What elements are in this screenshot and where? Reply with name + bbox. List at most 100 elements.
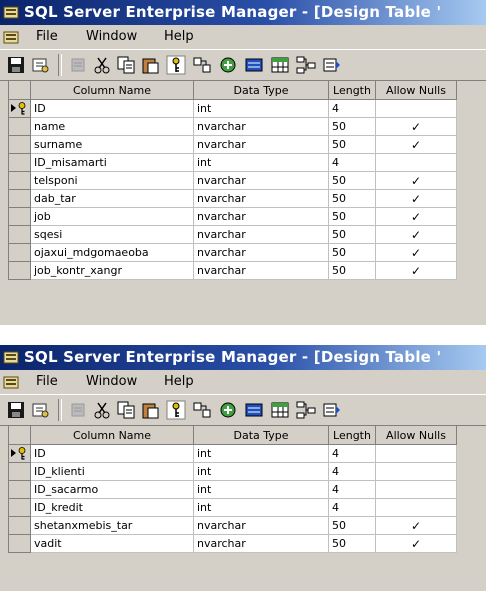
document-menu-icon[interactable] (3, 29, 19, 45)
manage-indexes-icon[interactable] (218, 400, 238, 420)
allow-nulls-cell[interactable] (375, 99, 457, 118)
allow-nulls-cell[interactable]: ✓ (375, 207, 457, 226)
length-cell[interactable]: 50 (328, 189, 376, 208)
triggers-icon[interactable] (322, 55, 342, 75)
allow-nulls-cell[interactable]: ✓ (375, 225, 457, 244)
table-row[interactable]: job_kontr_xangr nvarchar 50 ✓ (9, 261, 457, 280)
data-type-cell[interactable]: nvarchar (193, 207, 329, 226)
allow-nulls-cell[interactable] (375, 480, 457, 499)
menu-window[interactable]: Window (86, 370, 137, 394)
row-selector[interactable] (9, 207, 31, 226)
column-name-cell[interactable]: ID_misamarti (30, 153, 194, 172)
manage-indexes-icon[interactable] (218, 55, 238, 75)
table-row[interactable]: telsponi nvarchar 50 ✓ (9, 171, 457, 190)
row-selector[interactable] (9, 153, 31, 172)
allow-nulls-cell[interactable]: ✓ (375, 135, 457, 154)
row-selector[interactable] (9, 462, 31, 481)
length-cell[interactable]: 50 (328, 534, 376, 553)
row-selector[interactable] (9, 99, 31, 118)
length-cell[interactable]: 50 (328, 225, 376, 244)
length-cell[interactable]: 50 (328, 117, 376, 136)
header-length[interactable]: Length (328, 426, 376, 445)
column-name-cell[interactable]: ID_kredit (30, 498, 194, 517)
menu-help[interactable]: Help (164, 25, 194, 49)
table-row[interactable]: vadit nvarchar 50 ✓ (9, 534, 457, 553)
save-icon[interactable] (6, 400, 26, 420)
column-name-cell[interactable]: job (30, 207, 194, 226)
triggers-icon[interactable] (322, 400, 342, 420)
header-length[interactable]: Length (328, 81, 376, 100)
allow-nulls-cell[interactable] (375, 444, 457, 463)
table-row[interactable]: name nvarchar 50 ✓ (9, 117, 457, 136)
length-cell[interactable]: 50 (328, 135, 376, 154)
table-row[interactable]: dab_tar nvarchar 50 ✓ (9, 189, 457, 208)
title-bar-2[interactable]: SQL Server Enterprise Manager - [Design … (0, 345, 486, 370)
header-column-name[interactable]: Column Name (30, 426, 194, 445)
allow-nulls-cell[interactable]: ✓ (375, 243, 457, 262)
manage-constraints-icon[interactable] (244, 55, 264, 75)
relationships-icon[interactable] (296, 400, 316, 420)
header-data-type[interactable]: Data Type (193, 426, 329, 445)
length-cell[interactable]: 4 (328, 462, 376, 481)
allow-nulls-cell[interactable]: ✓ (375, 534, 457, 553)
menu-help[interactable]: Help (164, 370, 194, 394)
length-cell[interactable]: 4 (328, 153, 376, 172)
length-cell[interactable]: 50 (328, 171, 376, 190)
column-name-cell[interactable]: job_kontr_xangr (30, 261, 194, 280)
column-name-cell[interactable]: vadit (30, 534, 194, 553)
primary-key-icon[interactable] (166, 400, 186, 420)
column-name-cell[interactable]: surname (30, 135, 194, 154)
table-row[interactable]: ID_kredit int 4 (9, 498, 457, 517)
row-selector[interactable] (9, 534, 31, 553)
length-cell[interactable]: 50 (328, 243, 376, 262)
row-selector[interactable] (9, 480, 31, 499)
header-data-type[interactable]: Data Type (193, 81, 329, 100)
table-row[interactable]: ojaxui_mdgomaeoba nvarchar 50 ✓ (9, 243, 457, 262)
document-menu-icon[interactable] (3, 374, 19, 390)
title-bar-1[interactable]: SQL Server Enterprise Manager - [Design … (0, 0, 486, 25)
allow-nulls-cell[interactable]: ✓ (375, 189, 457, 208)
table-row[interactable]: sqesi nvarchar 50 ✓ (9, 225, 457, 244)
row-selector[interactable] (9, 117, 31, 136)
data-type-cell[interactable]: int (193, 462, 329, 481)
data-type-cell[interactable]: int (193, 153, 329, 172)
length-cell[interactable]: 50 (328, 261, 376, 280)
data-type-cell[interactable]: nvarchar (193, 135, 329, 154)
allow-nulls-cell[interactable]: ✓ (375, 117, 457, 136)
length-cell[interactable]: 50 (328, 516, 376, 535)
column-name-cell[interactable]: shetanxmebis_tar (30, 516, 194, 535)
row-selector[interactable] (9, 444, 31, 463)
copy-icon[interactable] (116, 400, 136, 420)
column-name-cell[interactable]: ID_sacarmo (30, 480, 194, 499)
table-row[interactable]: ID int 4 (9, 99, 457, 118)
length-cell[interactable]: 4 (328, 480, 376, 499)
column-name-cell[interactable]: ID_klienti (30, 462, 194, 481)
menu-file[interactable]: File (36, 370, 58, 394)
table-row[interactable]: ID_klienti int 4 (9, 462, 457, 481)
data-type-cell[interactable]: nvarchar (193, 117, 329, 136)
row-selector[interactable] (9, 225, 31, 244)
column-name-cell[interactable]: telsponi (30, 171, 194, 190)
table-icon[interactable] (270, 55, 290, 75)
length-cell[interactable]: 4 (328, 99, 376, 118)
data-type-cell[interactable]: int (193, 480, 329, 499)
table-row[interactable]: ID_misamarti int 4 (9, 153, 457, 172)
header-allow-nulls[interactable]: Allow Nulls (375, 81, 457, 100)
manage-relationships-icon[interactable] (192, 55, 212, 75)
row-selector[interactable] (9, 261, 31, 280)
length-cell[interactable]: 50 (328, 207, 376, 226)
allow-nulls-cell[interactable] (375, 153, 457, 172)
header-allow-nulls[interactable]: Allow Nulls (375, 426, 457, 445)
data-type-cell[interactable]: nvarchar (193, 534, 329, 553)
column-name-cell[interactable]: sqesi (30, 225, 194, 244)
row-selector[interactable] (9, 189, 31, 208)
row-selector[interactable] (9, 171, 31, 190)
primary-key-icon[interactable] (166, 55, 186, 75)
length-cell[interactable]: 4 (328, 444, 376, 463)
allow-nulls-cell[interactable]: ✓ (375, 261, 457, 280)
data-type-cell[interactable]: nvarchar (193, 189, 329, 208)
column-name-cell[interactable]: ojaxui_mdgomaeoba (30, 243, 194, 262)
column-name-cell[interactable]: name (30, 117, 194, 136)
properties-icon[interactable] (30, 400, 50, 420)
allow-nulls-cell[interactable] (375, 498, 457, 517)
